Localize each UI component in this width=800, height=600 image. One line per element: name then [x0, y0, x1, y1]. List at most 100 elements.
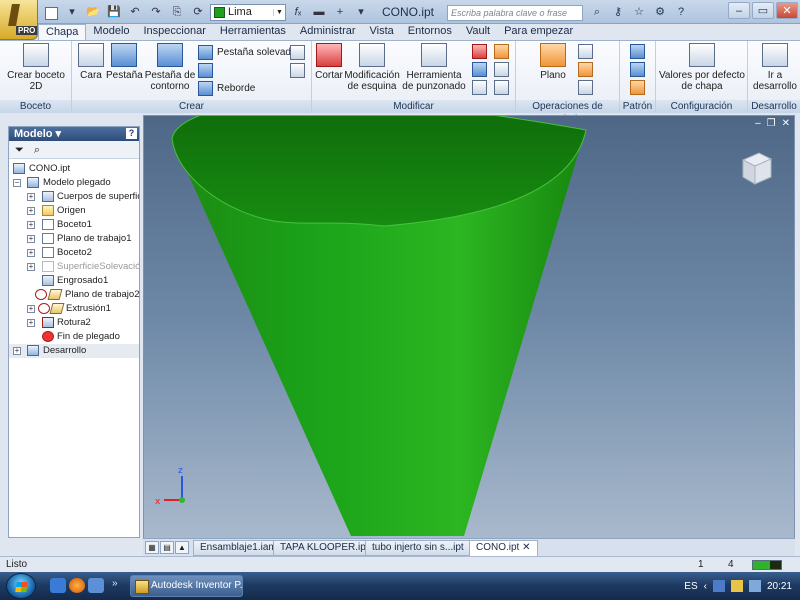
- corner-round-button[interactable]: [494, 44, 509, 59]
- network-icon[interactable]: [712, 580, 725, 592]
- flange-button[interactable]: Pestaña: [106, 43, 143, 81]
- graphics-viewport[interactable]: – ❐ ✕ z x: [143, 115, 795, 539]
- corner-seam-button[interactable]: Modificación de esquina: [344, 43, 400, 92]
- tree-node-extrusion1[interactable]: + Extrusión1: [9, 302, 139, 316]
- tree-node-work-plane2[interactable]: Plano de trabajo2: [9, 288, 139, 302]
- tab-herramientas[interactable]: Herramientas: [213, 24, 293, 40]
- undo-icon[interactable]: ↶: [126, 4, 144, 21]
- expand-toggle[interactable]: +: [27, 193, 35, 201]
- new-icon[interactable]: [42, 4, 60, 21]
- close-icon[interactable]: ✕: [776, 2, 798, 19]
- tray-app-icon[interactable]: [730, 580, 743, 592]
- cut-button[interactable]: Cortar: [314, 43, 344, 81]
- tree-node-end-of-fold[interactable]: Fin de plegado: [9, 330, 139, 344]
- create-sketch-button[interactable]: Crear boceto 2D: [6, 43, 66, 92]
- bend-button[interactable]: [290, 63, 305, 78]
- save-icon[interactable]: 💾: [105, 4, 123, 21]
- viewcube[interactable]: [739, 150, 773, 186]
- return-icon[interactable]: ⎘: [168, 4, 186, 21]
- tile-windows-icon[interactable]: ▦: [145, 541, 159, 554]
- show-desktop-icon[interactable]: [50, 578, 66, 593]
- redo-icon[interactable]: ↷: [147, 4, 165, 21]
- go-to-flat-pattern-button[interactable]: Ir a desarrollo: [752, 43, 798, 92]
- qat-customize-icon[interactable]: ▾: [352, 4, 370, 21]
- tree-node-folded-model[interactable]: − Modelo plegado: [9, 176, 139, 190]
- rip-button[interactable]: [472, 44, 487, 59]
- work-plane-button[interactable]: Plano: [534, 43, 572, 81]
- tree-node-work-plane1[interactable]: + Plano de trabajo1: [9, 232, 139, 246]
- tab-administrar[interactable]: Administrar: [293, 24, 363, 40]
- bend-relief-button[interactable]: [494, 80, 509, 95]
- tab-list-up-icon[interactable]: ▲: [175, 541, 189, 554]
- help-icon[interactable]: ?: [672, 4, 690, 20]
- rectangular-pattern-button[interactable]: [630, 44, 645, 59]
- expand-toggle[interactable]: +: [27, 319, 35, 327]
- doc-tab-ensamblaje1[interactable]: Ensamblaje1.iam: [193, 540, 284, 556]
- tab-modelo[interactable]: Modelo: [86, 24, 136, 40]
- ucs-button[interactable]: [578, 80, 593, 95]
- doc-tab-cono[interactable]: CONO.ipt ✕: [469, 540, 538, 556]
- tree-node-origin[interactable]: + Origen: [9, 204, 139, 218]
- sheet-metal-defaults-button[interactable]: Valores por defecto de chapa: [658, 43, 746, 92]
- add-icon[interactable]: +: [331, 4, 349, 21]
- clock[interactable]: 20:21: [767, 581, 792, 592]
- tree-node-flat-pattern[interactable]: + Desarrollo: [9, 344, 139, 358]
- new-dropdown-icon[interactable]: ▾: [63, 4, 81, 21]
- volume-icon[interactable]: [748, 580, 761, 592]
- mirror-button[interactable]: [630, 80, 645, 95]
- tab-inspeccionar[interactable]: Inspeccionar: [137, 24, 213, 40]
- application-menu-button[interactable]: PRO: [0, 0, 38, 40]
- maximize-icon[interactable]: ▭: [752, 2, 774, 19]
- refold-button[interactable]: [472, 80, 487, 95]
- doc-tab-tapa-klooper[interactable]: TAPA KLOOPER.ipt: [273, 540, 376, 556]
- settings-icon[interactable]: ⚙: [651, 4, 669, 20]
- quicklaunch-expand-icon[interactable]: »: [112, 578, 118, 589]
- key-icon[interactable]: ⚷: [609, 4, 627, 20]
- expand-toggle[interactable]: +: [27, 305, 35, 313]
- tab-entornos[interactable]: Entornos: [401, 24, 459, 40]
- open-icon[interactable]: 📂: [84, 4, 102, 21]
- tab-vault[interactable]: Vault: [459, 24, 497, 40]
- update-icon[interactable]: ⟳: [189, 4, 207, 21]
- tree-node-rip2[interactable]: + Rotura2: [9, 316, 139, 330]
- minimize-icon[interactable]: –: [728, 2, 750, 19]
- expand-toggle[interactable]: +: [27, 221, 35, 229]
- tray-expand-icon[interactable]: ‹: [704, 581, 707, 592]
- tree-node-loft-surface2[interactable]: + SuperficieSolevación2: [9, 260, 139, 274]
- lofted-flange-button[interactable]: Pestaña solevada: [198, 45, 297, 60]
- star-icon[interactable]: ☆: [630, 4, 648, 20]
- window-switcher-icon[interactable]: [88, 578, 104, 593]
- find-binoculars-icon[interactable]: ⌕: [34, 144, 40, 156]
- language-indicator[interactable]: ES: [684, 581, 697, 592]
- cone-model[interactable]: [144, 116, 795, 539]
- measure-icon[interactable]: ▬: [310, 4, 328, 21]
- contour-flange-button[interactable]: Pestaña de contorno: [142, 43, 198, 92]
- tree-node-sketch2[interactable]: + Boceto2: [9, 246, 139, 260]
- hem-button[interactable]: Reborde: [198, 81, 255, 96]
- corner-chamfer-button[interactable]: [494, 62, 509, 77]
- tab-close-icon[interactable]: ✕: [522, 542, 530, 553]
- circular-pattern-button[interactable]: [630, 62, 645, 77]
- browser-header[interactable]: Modelo ▾ ?: [9, 127, 139, 141]
- expand-toggle[interactable]: +: [27, 263, 35, 271]
- browser-help-icon[interactable]: ?: [126, 128, 137, 139]
- chevron-down-icon[interactable]: ▼: [273, 8, 285, 16]
- binoculars-icon[interactable]: ⌕: [588, 4, 606, 20]
- doc-tab-tubo-injerto[interactable]: tubo injerto sin s...ipt: [365, 540, 471, 556]
- expand-toggle[interactable]: +: [27, 235, 35, 243]
- tree-node-surface-bodies[interactable]: + Cuerpos de superficie: [9, 190, 139, 204]
- firefox-icon[interactable]: [69, 578, 85, 593]
- expand-toggle[interactable]: +: [27, 249, 35, 257]
- tree-node-part[interactable]: CONO.ipt: [9, 162, 139, 176]
- collapse-toggle[interactable]: −: [13, 179, 21, 187]
- punch-tool-button[interactable]: Herramienta de punzonado: [400, 43, 468, 92]
- tab-chapa[interactable]: Chapa: [38, 24, 87, 40]
- fold-button[interactable]: [290, 45, 305, 60]
- expand-toggle[interactable]: +: [13, 347, 21, 355]
- unfold-button[interactable]: [472, 62, 487, 77]
- search-input[interactable]: Escriba palabra clave o frase: [447, 5, 583, 21]
- tab-para-empezar[interactable]: Para empezar: [497, 24, 580, 40]
- start-button[interactable]: [6, 573, 36, 599]
- expand-toggle[interactable]: +: [27, 207, 35, 215]
- filter-icon[interactable]: ⏷: [15, 144, 24, 156]
